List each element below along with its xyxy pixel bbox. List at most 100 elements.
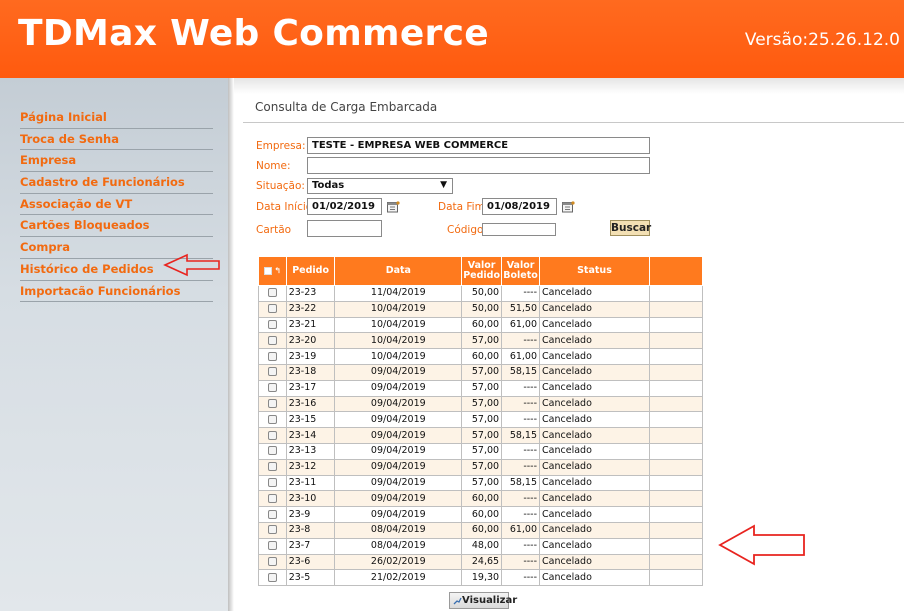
sidebar-item-troca-de-senha[interactable]: Troca de Senha [20,129,213,151]
row-checkbox-cell [258,285,287,302]
empresa-field[interactable]: TESTE - EMPRESA WEB COMMERCE [307,137,650,154]
cell-pedido: 23-12 [285,458,336,476]
visualizar-button[interactable]: Visualizar [449,592,517,609]
row-checkbox[interactable] [267,367,277,377]
table-row[interactable]: 23-21 10/04/2019 60,00 61,00 Cancelado [258,316,704,334]
row-checkbox[interactable] [267,351,277,361]
row-checkbox[interactable] [267,304,277,314]
cell-data: 09/04/2019 [334,474,463,492]
cell-pedido: 23-8 [285,521,336,539]
table-row[interactable]: 23-13 09/04/2019 57,00 ---- Cancelado [258,442,704,460]
cell-empty [648,458,704,476]
codigo-field[interactable] [482,223,556,236]
sidebar-item-pagina-inicial[interactable]: Página Inicial [20,107,213,129]
row-checkbox[interactable] [267,477,277,487]
row-checkbox[interactable] [267,525,277,535]
table-row[interactable]: 23-5 21/02/2019 19,30 ---- Cancelado [258,569,704,587]
row-checkbox[interactable] [267,414,277,424]
cell-valor-boleto: 61,00 [501,348,541,365]
buscar-button[interactable]: Buscar [610,220,651,236]
header-pedido[interactable]: Pedido [285,256,336,286]
cell-valor-pedido: 57,00 [461,442,503,460]
table-row[interactable]: 23-14 09/04/2019 57,00 58,15 Cancelado [258,427,704,444]
cell-empty [648,332,704,350]
cell-empty [648,363,704,381]
table-row[interactable]: 23-7 08/04/2019 48,00 ---- Cancelado [258,537,704,555]
cell-valor-pedido: 57,00 [461,427,503,444]
row-checkbox[interactable] [267,319,277,329]
data-fim-field[interactable]: 01/08/2019 [482,198,557,215]
cell-data: 09/04/2019 [334,458,463,476]
cell-status: Cancelado [539,427,650,444]
row-checkbox[interactable] [267,288,277,298]
select-all-checkbox[interactable] [263,266,272,275]
cell-valor-boleto: ---- [501,490,541,508]
row-checkbox[interactable] [267,556,277,566]
cell-valor-boleto: ---- [501,553,541,571]
row-checkbox[interactable] [267,335,277,345]
row-checkbox[interactable] [267,398,277,408]
cell-empty [648,521,704,539]
cartao-field[interactable] [307,220,382,237]
cell-empty [648,474,704,492]
cell-status: Cancelado [539,411,650,429]
table-row[interactable]: 23-23 11/04/2019 50,00 ---- Cancelado [258,285,704,302]
row-checkbox[interactable] [267,572,277,582]
table-row[interactable]: 23-15 09/04/2019 57,00 ---- Cancelado [258,411,704,429]
data-inicio-field[interactable]: 01/02/2019 [307,198,382,215]
view-icon [453,597,462,605]
table-row[interactable]: 23-16 09/04/2019 57,00 ---- Cancelado [258,395,704,413]
row-checkbox[interactable] [267,462,277,472]
row-checkbox-cell [258,458,287,476]
cell-valor-boleto: 58,15 [501,474,541,492]
sidebar-item-empresa[interactable]: Empresa [20,150,213,173]
table-row[interactable]: 23-11 09/04/2019 57,00 58,15 Cancelado [258,474,704,492]
cell-data: 09/04/2019 [334,379,463,397]
table-row[interactable]: 23-8 08/04/2019 60,00 61,00 Cancelado [258,521,704,539]
cell-empty [648,348,704,365]
header-status[interactable]: Status [539,256,650,286]
row-checkbox[interactable] [267,446,277,456]
cell-valor-boleto: ---- [501,411,541,429]
situacao-select[interactable]: Todas ▼ [307,178,453,194]
header-valor-boleto[interactable]: Valor Boleto [501,256,541,286]
row-checkbox[interactable] [267,541,277,551]
table-row[interactable]: 23-6 26/02/2019 24,65 ---- Cancelado [258,553,704,571]
row-checkbox[interactable] [267,383,277,393]
cell-valor-boleto: ---- [501,395,541,413]
table-row[interactable]: 23-10 09/04/2019 60,00 ---- Cancelado [258,490,704,508]
table-row[interactable]: 23-17 09/04/2019 57,00 ---- Cancelado [258,379,704,397]
cell-pedido: 23-14 [285,427,336,444]
table-row[interactable]: 23-18 09/04/2019 57,00 58,15 Cancelado [258,363,704,381]
sidebar-item-cadastro-funcionarios[interactable]: Cadastro de Funcionários [20,172,213,194]
table-row[interactable]: 23-12 09/04/2019 57,00 ---- Cancelado [258,458,704,476]
row-checkbox-cell [258,379,287,397]
row-checkbox[interactable] [267,509,277,519]
row-checkbox[interactable] [267,430,277,440]
sidebar-item-cartoes-bloqueados[interactable]: Cartões Bloqueados [20,215,213,238]
header-checkbox-cell[interactable]: ↰ [258,256,287,286]
table-row[interactable]: 23-9 09/04/2019 60,00 ---- Cancelado [258,506,704,523]
cell-valor-pedido: 19,30 [461,569,503,587]
calendar-icon[interactable] [562,201,575,213]
sidebar-item-importacao-funcionarios[interactable]: Importacão Funcionários [20,281,213,303]
row-checkbox-cell [258,316,287,334]
cell-empty [648,537,704,555]
cell-valor-boleto: ---- [501,285,541,302]
cell-data: 10/04/2019 [334,316,463,334]
row-checkbox-cell [258,569,287,587]
table-row[interactable]: 23-20 10/04/2019 57,00 ---- Cancelado [258,332,704,350]
row-checkbox[interactable] [267,493,277,503]
header-valor-pedido[interactable]: Valor Pedido [461,256,503,286]
sidebar-item-associacao-vt[interactable]: Associação de VT [20,194,213,216]
cell-pedido: 23-15 [285,411,336,429]
calendar-icon[interactable] [387,201,400,213]
header-data[interactable]: Data [334,256,463,286]
nome-field[interactable] [307,157,650,174]
table-row[interactable]: 23-22 10/04/2019 50,00 51,50 Cancelado [258,300,704,318]
cell-status: Cancelado [539,537,650,555]
cell-valor-pedido: 50,00 [461,300,503,318]
table-row[interactable]: 23-19 10/04/2019 60,00 61,00 Cancelado [258,348,704,365]
cell-valor-boleto: ---- [501,332,541,350]
cell-valor-boleto: ---- [501,506,541,523]
